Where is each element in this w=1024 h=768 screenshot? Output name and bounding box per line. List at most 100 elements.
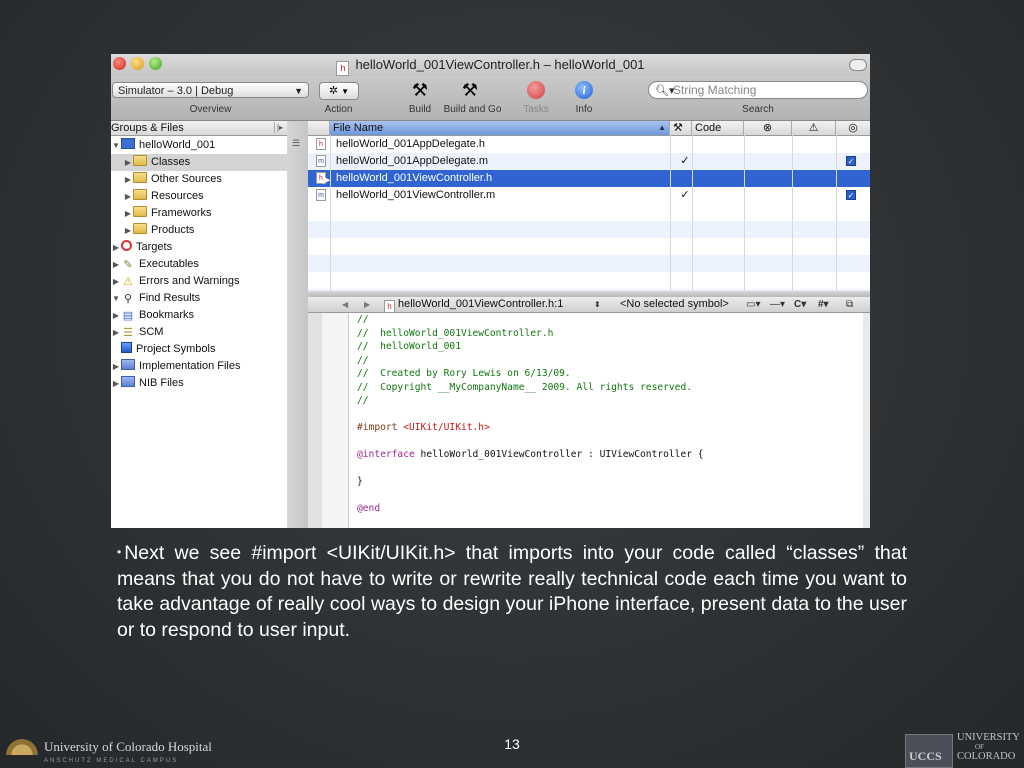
code-line: // helloWorld_001ViewController.h [357,327,554,339]
sidebar-item-project-symbols[interactable]: Project Symbols [111,341,287,358]
bookmarks-popup-icon[interactable]: ▭▾ [746,297,760,312]
table-row-selected[interactable]: h helloWorld_001ViewController.h ➤ [308,170,870,187]
column-label: Code [695,122,722,134]
warning-icon: ⚠ [123,276,133,288]
sidebar-item-nib-files[interactable]: ▶ NIB Files [111,375,287,392]
sidebar-item-label: Products [151,224,195,236]
code-line: // [357,314,369,325]
info-icon[interactable]: i [572,79,596,101]
bookmarks-icon: ▤ [122,310,134,322]
scheme-popup[interactable]: Simulator – 3.0 | Debug ▼ [112,82,309,98]
file-type-column[interactable] [308,121,330,135]
target-column-header[interactable]: ◎ [836,121,870,135]
disclosure-closed-icon[interactable]: ▶ [111,324,121,341]
chevron-down-icon: ▼ [294,86,303,96]
target-checkbox[interactable]: ✓ [846,190,856,200]
file-name-column-header[interactable]: File Name ▲ [330,121,670,135]
sidebar-item-other-sources[interactable]: ▶ Other Sources [111,171,287,188]
action-button[interactable]: ✲ ▼ [319,82,359,100]
sidebar-divider[interactable]: ☰ [287,121,308,528]
code-line-import: #import <UIKit/UIKit.h> [357,421,490,434]
sidebar-header: Groups & Files |▸ [111,121,287,136]
scm-icon: ☰ [123,327,133,339]
errors-column-header[interactable]: ⊗ [744,121,792,135]
disclosure-closed-icon[interactable]: ▶ [123,154,133,171]
smart-folder-icon [121,376,135,387]
sidebar-item-find-results[interactable]: ▼ ⚲ Find Results [111,290,287,307]
disclosure-closed-icon[interactable]: ▶ [123,222,133,239]
sidebar-item-frameworks[interactable]: ▶ Frameworks [111,205,287,222]
magnifier-icon: ⚲ [123,293,133,305]
file-name: helloWorld_001AppDelegate.m [336,155,489,167]
included-files-popup-icon[interactable]: #▾ [818,297,829,312]
sidebar-item-errors-warnings[interactable]: ▶ ⚠ Errors and Warnings [111,273,287,290]
disclosure-closed-icon[interactable]: ▶ [123,205,133,222]
build-and-go-icon[interactable]: ⚒ [458,79,482,101]
build-button[interactable]: Build [402,104,438,115]
title-bar: h helloWorld_001ViewController.h – helloW… [111,54,870,76]
code-token-keyword: @interface [357,449,415,460]
hospital-logo: University of Colorado Hospital ANSCHUTZ… [0,730,215,768]
editor-gutter[interactable] [308,313,349,528]
build-and-go-button[interactable]: Build and Go [440,104,505,115]
pane-split-icon[interactable]: |▸ [274,122,285,133]
breakpoints-popup-icon[interactable]: —▾ [770,297,785,312]
symbol-popup[interactable]: <No selected symbol> [620,297,729,312]
info-button[interactable]: Info [566,104,602,115]
sidebar-item-resources[interactable]: ▶ Resources [111,188,287,205]
target-checkbox[interactable]: ✓ [846,156,856,166]
disclosure-closed-icon[interactable]: ▶ [123,188,133,205]
checkmark-icon: ✓ [680,155,690,167]
editor-scrollbar[interactable] [863,313,870,528]
sidebar-item-executables[interactable]: ▶ ✎ Executables [111,256,287,273]
disclosure-closed-icon[interactable]: ▶ [111,239,121,256]
sidebar-item-label: Resources [151,190,204,202]
disclosure-closed-icon[interactable]: ▶ [111,273,121,290]
column-divider [792,135,793,291]
column-divider [744,135,745,291]
file-history-popup[interactable]: h helloWorld_001ViewController.h:1 [384,297,563,313]
disclosure-closed-icon[interactable]: ▶ [111,256,121,273]
disclosure-open-icon[interactable]: ▼ [111,290,121,307]
class-hierarchy-popup-icon[interactable]: C▾ [794,297,806,312]
sidebar-item-project[interactable]: ▼ helloWorld_001 [111,137,287,154]
disclosure-closed-icon[interactable]: ▶ [111,307,121,324]
search-field[interactable]: 🔍︎▾ String Matching [648,81,868,99]
hammer-icon[interactable]: ⚒ [408,79,432,101]
updown-chevron-icon[interactable]: ⬍ [594,297,601,312]
file-list: File Name ▲ ⚒ Code ⊗ ⚠ ◎ h helloWorld_001… [308,121,870,291]
code-editor[interactable]: // // helloWorld_001ViewController.h // … [308,313,870,528]
table-row[interactable]: m helloWorld_001AppDelegate.m ✓ ✓ [308,153,870,170]
disclosure-open-icon[interactable]: ▼ [111,137,121,154]
sidebar-item-classes[interactable]: ▶ Classes [111,154,287,171]
column-divider [670,135,671,291]
disclosure-closed-icon[interactable]: ▶ [123,171,133,188]
warnings-column-header[interactable]: ⚠ [792,121,836,135]
sidebar-item-bookmarks[interactable]: ▶ ▤ Bookmarks [111,307,287,324]
target-icon [121,240,132,251]
list-view-icon[interactable]: ☰ [292,138,300,149]
sidebar-item-products[interactable]: ▶ Products [111,222,287,239]
disclosure-closed-icon[interactable]: ▶ [111,358,121,375]
back-arrow-icon[interactable]: ◀ [342,297,348,312]
build-column-header[interactable]: ⚒ [670,121,692,135]
sidebar-item-targets[interactable]: ▶ Targets [111,239,287,256]
sidebar-item-label: Other Sources [151,173,222,185]
tasks-icon[interactable] [524,79,548,101]
table-row[interactable]: m helloWorld_001ViewController.m ✓ ✓ [308,187,870,204]
sidebar-item-implementation-files[interactable]: ▶ Implementation Files [111,358,287,375]
sidebar-item-label: Frameworks [151,207,212,219]
sidebar-item-label: Classes [151,156,191,168]
table-row[interactable]: h helloWorld_001AppDelegate.h [308,136,870,153]
xcode-window: h helloWorld_001ViewController.h – helloW… [111,54,870,528]
forward-arrow-icon[interactable]: ▶ [364,297,370,312]
tasks-button[interactable]: Tasks [518,104,554,115]
disclosure-closed-icon[interactable]: ▶ [111,375,121,392]
code-column-header[interactable]: Code [692,121,744,135]
empty-row [308,221,870,238]
sidebar-item-scm[interactable]: ▶ ☰ SCM [111,324,287,341]
counterpart-icon[interactable]: ⧉ [846,297,853,312]
folder-icon [133,189,147,200]
hospital-campus: ANSCHUTZ MEDICAL CAMPUS [44,758,179,764]
toolbar-toggle-button[interactable] [849,59,867,71]
